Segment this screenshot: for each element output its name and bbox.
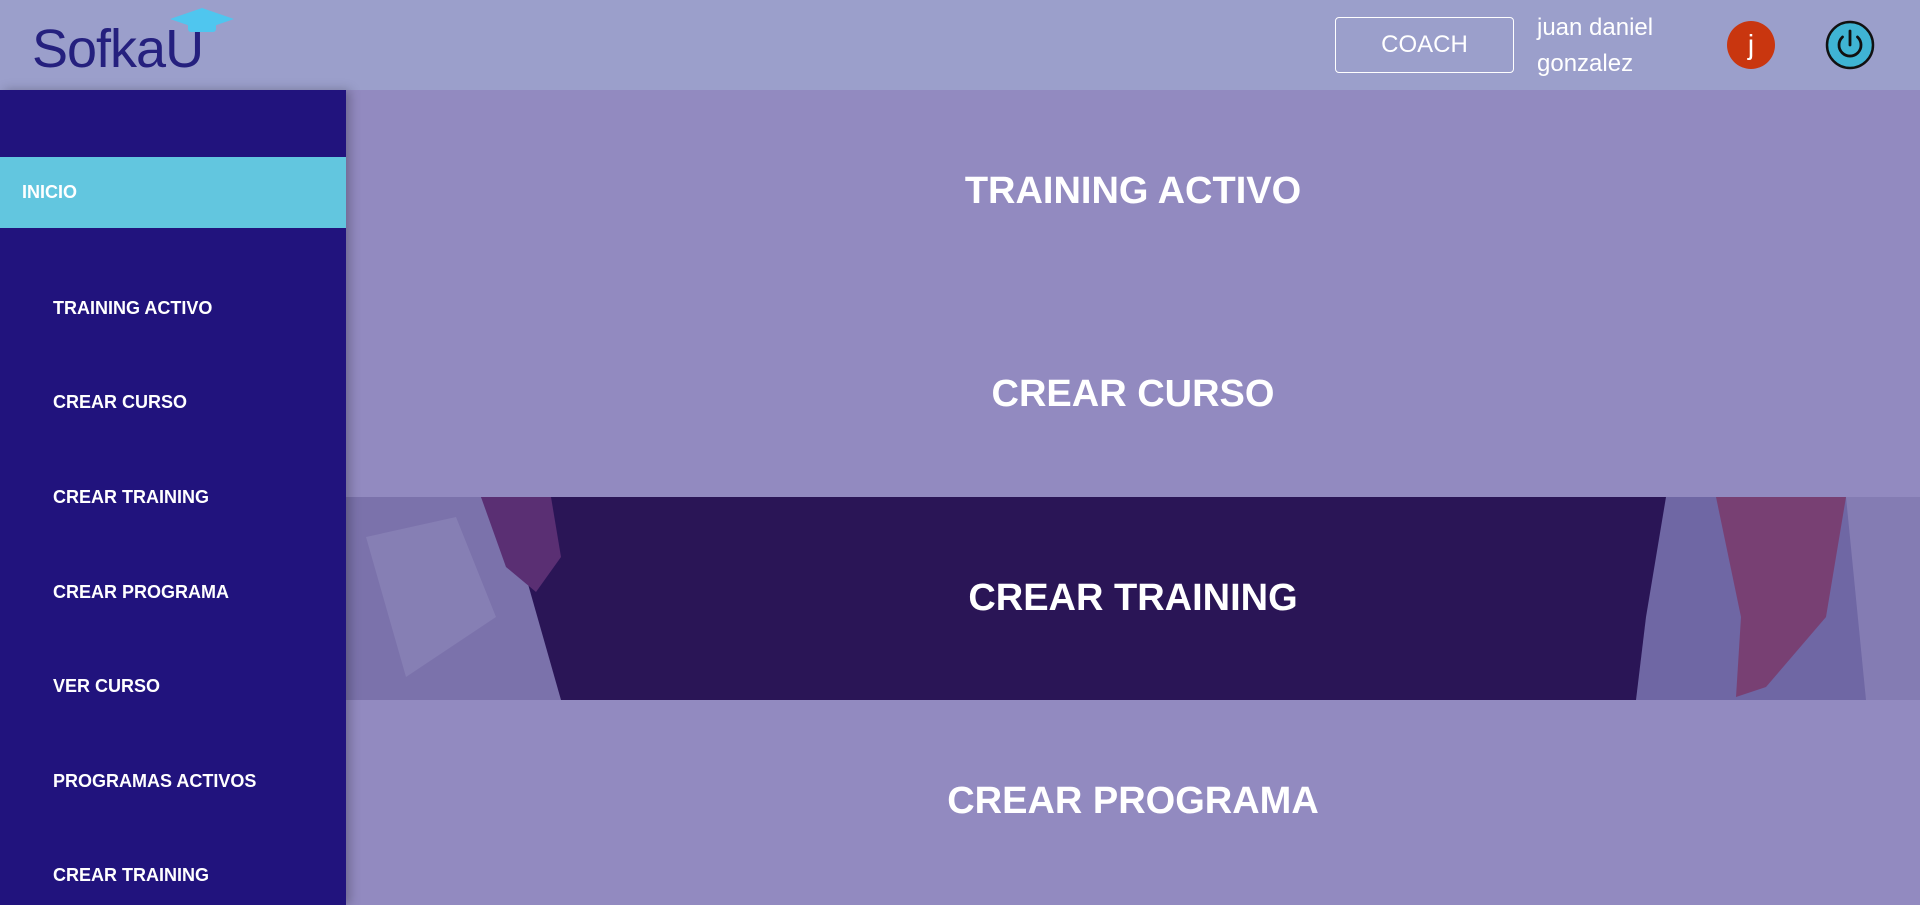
sidebar-item-crear-curso[interactable]: CREAR CURSO <box>53 392 187 413</box>
top-bar: SofkaU COACH juan daniel gonzalez j <box>0 0 1920 90</box>
sidebar-item-crear-training[interactable]: CREAR TRAINING <box>53 487 209 508</box>
card-crear-training[interactable]: CREAR TRAINING <box>346 497 1920 700</box>
card-label: CREAR TRAINING <box>968 577 1298 619</box>
sidebar-item-ver-curso[interactable]: VER CURSO <box>53 676 160 697</box>
sidebar-item-programas-activos[interactable]: PROGRAMAS ACTIVOS <box>53 771 256 792</box>
card-label: CREAR CURSO <box>991 373 1275 415</box>
sidebar-item-inicio[interactable]: INICIO <box>0 157 346 228</box>
main-content: TRAINING ACTIVO CREAR CURSO CREAR TRAINI… <box>346 90 1920 905</box>
sofkau-logo[interactable]: SofkaU <box>30 6 240 82</box>
graduation-cap-icon <box>170 8 234 32</box>
sidebar: INICIO TRAINING ACTIVO CREAR CURSO CREAR… <box>0 90 346 905</box>
card-label: CREAR PROGRAMA <box>947 780 1319 822</box>
user-name: juan daniel gonzalez <box>1537 14 1654 77</box>
card-training-activo[interactable]: TRAINING ACTIVO <box>346 90 1920 293</box>
card-crear-curso[interactable]: CREAR CURSO <box>346 293 1920 496</box>
power-icon[interactable] <box>1825 20 1875 70</box>
sidebar-item-crear-programa[interactable]: CREAR PROGRAMA <box>53 582 229 603</box>
sidebar-item-crear-training-2[interactable]: CREAR TRAINING <box>53 865 209 886</box>
sidebar-item-training-activo[interactable]: TRAINING ACTIVO <box>53 298 212 319</box>
coach-role-button[interactable]: COACH <box>1335 17 1514 73</box>
card-crear-programa[interactable]: CREAR PROGRAMA <box>346 700 1920 903</box>
card-label: TRAINING ACTIVO <box>964 170 1302 212</box>
user-avatar[interactable]: j <box>1727 21 1775 69</box>
